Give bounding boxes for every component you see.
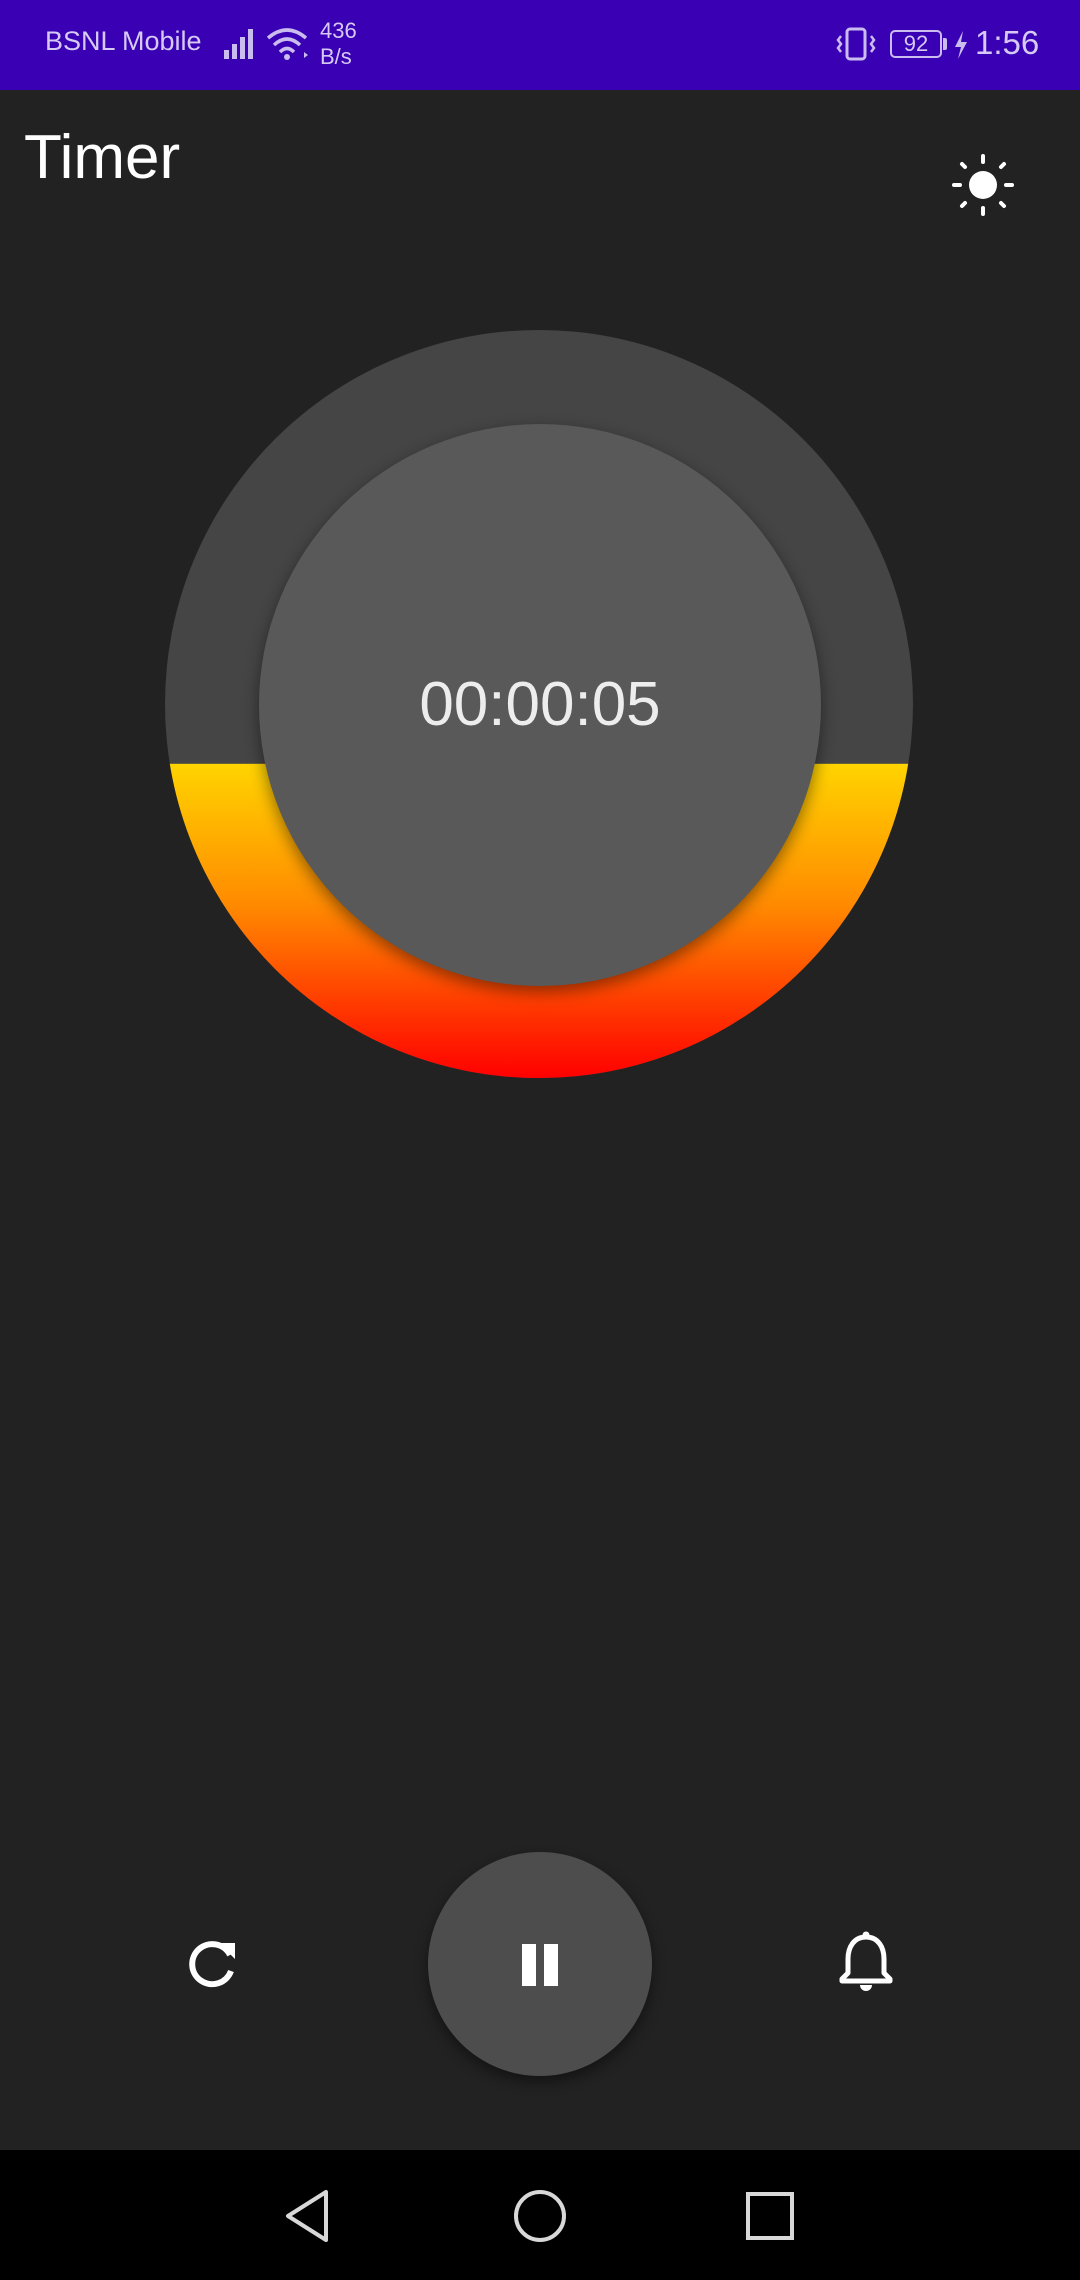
battery-tip [943, 38, 947, 50]
pause-bar-right [544, 1944, 558, 1986]
pause-button[interactable] [428, 1852, 652, 2076]
back-triangle-icon[interactable] [280, 2188, 336, 2244]
carrier-name: BSNL Mobile [45, 26, 202, 56]
timer-display: 00:00:05 [419, 670, 661, 739]
page-title: Timer [24, 123, 181, 192]
refresh-icon[interactable] [175, 1925, 251, 2001]
signal-icon [224, 29, 253, 59]
battery-icon: 92 [890, 30, 942, 58]
charging-bolt-icon [955, 31, 967, 59]
wifi-icon [266, 28, 308, 60]
network-speed-unit: B/s [320, 44, 352, 69]
vibrate-icon [836, 27, 876, 61]
timer-screen: BSNL Mobile 436 B/s 92 1:56 Timer 00:00:… [0, 0, 1080, 2280]
network-speed: 436 B/s [320, 18, 357, 70]
bell-icon[interactable] [828, 1925, 904, 2001]
navigation-bar [0, 2150, 1080, 2280]
status-time: 1:56 [975, 24, 1040, 61]
status-bar: BSNL Mobile 436 B/s 92 1:56 [0, 0, 1080, 90]
pause-bar-left [522, 1944, 536, 1986]
home-circle-icon[interactable] [512, 2188, 568, 2244]
battery-level: 92 [903, 31, 929, 56]
network-speed-value: 436 [320, 18, 357, 43]
sun-icon[interactable] [952, 154, 1014, 216]
recents-square-icon[interactable] [742, 2188, 798, 2244]
